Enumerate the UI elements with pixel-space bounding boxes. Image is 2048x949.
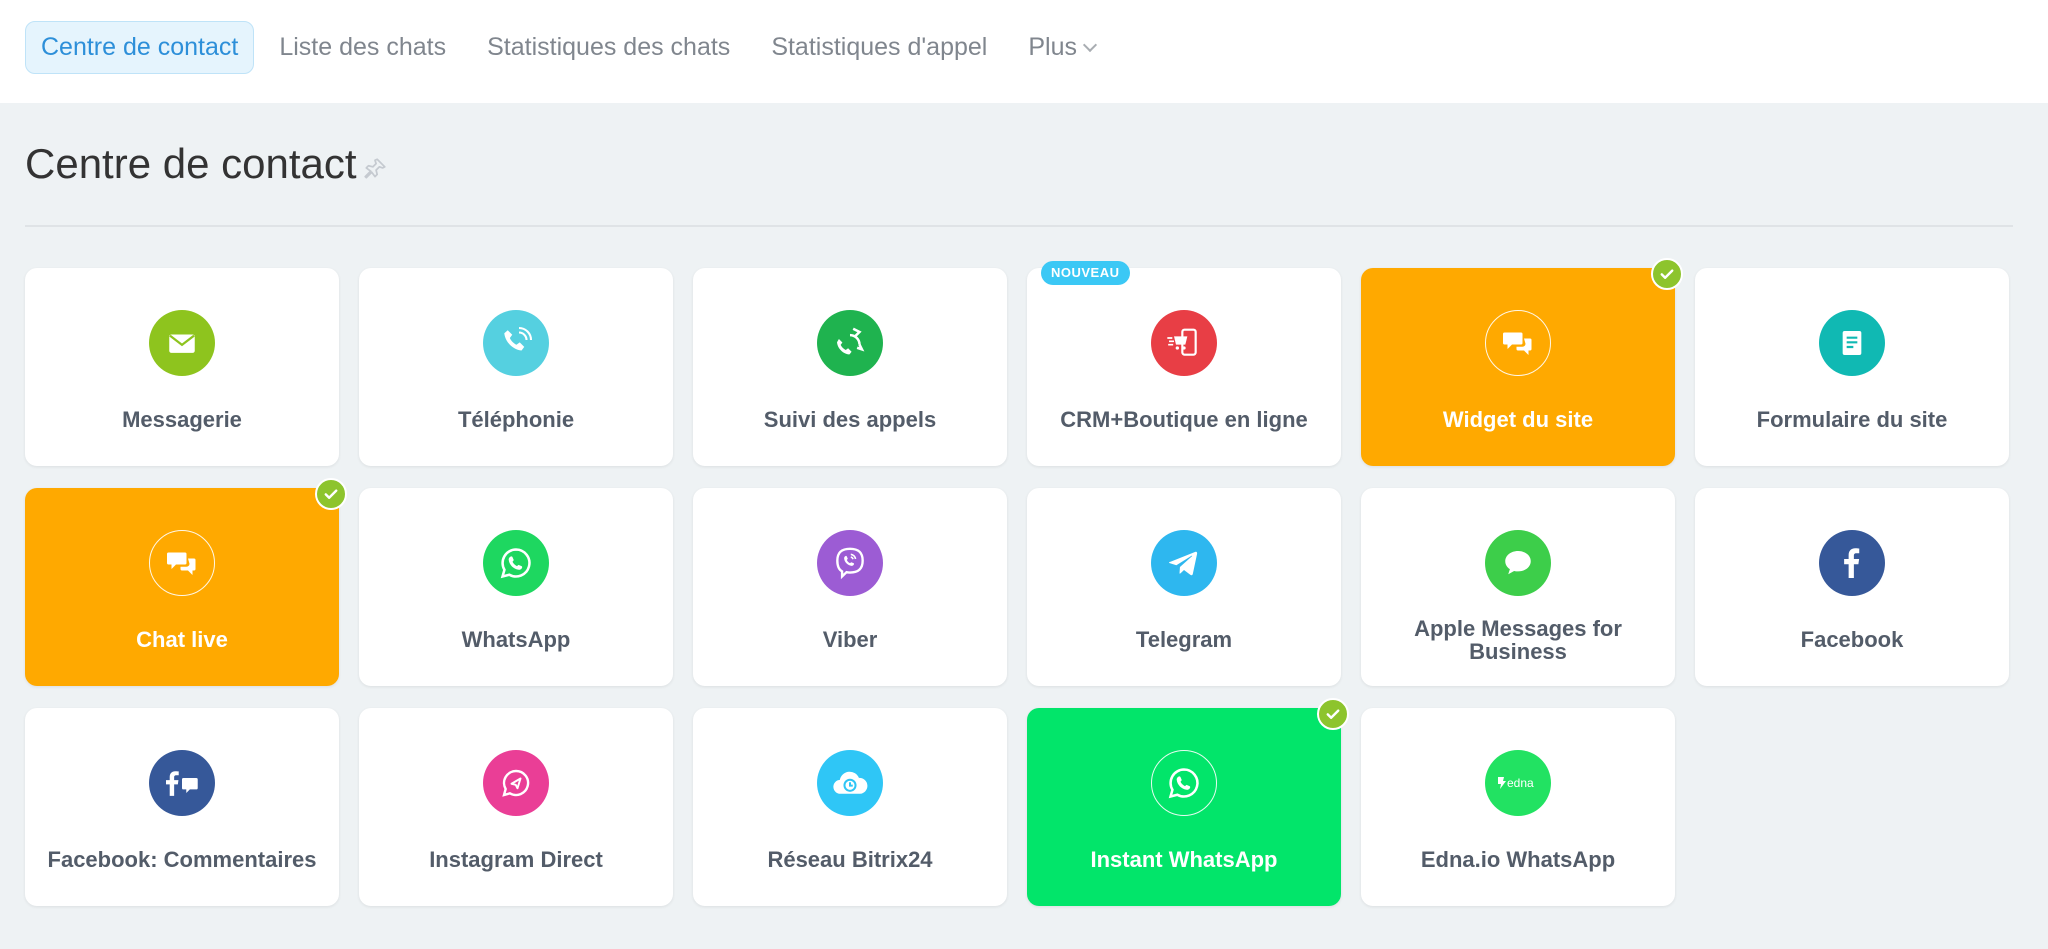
pin-icon[interactable]: [362, 156, 388, 182]
tile-label: Telegram: [1135, 627, 1233, 652]
tile-label: Formulaire du site: [1756, 407, 1948, 432]
tab-more[interactable]: Plus: [1012, 21, 1111, 74]
tile-bitrix-network[interactable]: Réseau Bitrix24: [693, 708, 1007, 906]
tile-facebook-comments[interactable]: Facebook: Commentaires: [25, 708, 339, 906]
tile-site-form[interactable]: Formulaire du site: [1695, 268, 2009, 466]
tile-facebook[interactable]: Facebook: [1695, 488, 2009, 686]
svg-text:edna: edna: [1507, 776, 1534, 790]
tile-instagram-direct[interactable]: Instagram Direct: [359, 708, 673, 906]
tile-messagerie[interactable]: Messagerie: [25, 268, 339, 466]
tile-label: Instagram Direct: [429, 847, 603, 872]
shop-cart-icon: [1151, 310, 1217, 376]
tab-chat-list[interactable]: Liste des chats: [263, 21, 462, 74]
check-icon: [315, 478, 347, 510]
check-icon: [1651, 258, 1683, 290]
page-title: Centre de contact: [25, 140, 357, 187]
tile-label: Téléphonie: [457, 407, 575, 432]
tile-telegram[interactable]: Telegram: [1027, 488, 1341, 686]
tile-call-tracking[interactable]: Suivi des appels: [693, 268, 1007, 466]
bitrix-cloud-icon: [817, 750, 883, 816]
telegram-icon: [1151, 530, 1217, 596]
facebook-comments-icon: [149, 750, 215, 816]
tab-contact-center[interactable]: Centre de contact: [25, 21, 255, 74]
tile-telephonie[interactable]: Téléphonie: [359, 268, 673, 466]
tile-label: Réseau Bitrix24: [767, 847, 933, 872]
tile-instant-whatsapp[interactable]: Instant WhatsApp: [1027, 698, 1349, 906]
tile-label: Edna.io WhatsApp: [1420, 847, 1616, 872]
tab-list: Centre de contact Liste des chats Statis…: [25, 21, 1120, 74]
chevron-down-icon: [1082, 37, 1098, 53]
title-divider: [25, 225, 2013, 227]
phone-icon: [483, 310, 549, 376]
apple-messages-icon: [1485, 530, 1551, 596]
tile-edna-whatsapp[interactable]: edna Edna.io WhatsApp: [1361, 708, 1675, 906]
tab-more-label: Plus: [1028, 33, 1077, 61]
viber-icon: [817, 530, 883, 596]
edna-icon: edna: [1485, 750, 1551, 816]
facebook-icon: [1819, 530, 1885, 596]
tile-site-widget[interactable]: Widget du site: [1361, 258, 1683, 466]
tile-whatsapp[interactable]: WhatsApp: [359, 488, 673, 686]
whatsapp-icon: [483, 530, 549, 596]
chat-bubbles-icon: [1485, 310, 1551, 376]
new-badge: NOUVEAU: [1041, 261, 1130, 285]
tab-call-statistics[interactable]: Statistiques d'appel: [755, 21, 1003, 74]
form-icon: [1819, 310, 1885, 376]
tile-label: Widget du site: [1442, 407, 1594, 432]
tile-crm-shop[interactable]: NOUVEAU CRM+Boutique en ligne: [1027, 261, 1341, 466]
tile-label: Chat live: [136, 627, 228, 652]
tile-label: Facebook: [1800, 627, 1904, 652]
tile-viber[interactable]: Viber: [693, 488, 1007, 686]
check-icon: [1317, 698, 1349, 730]
tile-live-chat[interactable]: Chat live: [25, 478, 347, 686]
instagram-direct-icon: [483, 750, 549, 816]
call-tracking-icon: [817, 310, 883, 376]
tile-label: Apple Messages for Business: [1414, 616, 1622, 664]
tile-label: WhatsApp: [461, 627, 571, 652]
envelope-icon: [149, 310, 215, 376]
tile-apple-messages[interactable]: Apple Messages for Business: [1361, 488, 1675, 686]
tile-label: Facebook: Commentaires: [47, 847, 317, 872]
tile-label: Viber: [822, 627, 878, 652]
whatsapp-icon: [1151, 750, 1217, 816]
top-navigation-bar: Centre de contact Liste des chats Statis…: [0, 0, 2048, 103]
tab-chat-statistics[interactable]: Statistiques des chats: [471, 21, 746, 74]
chat-bubbles-icon: [149, 530, 215, 596]
tile-label: Messagerie: [122, 407, 242, 432]
tile-label: CRM+Boutique en ligne: [1060, 407, 1308, 432]
tile-label: Suivi des appels: [763, 407, 937, 432]
tile-label: Instant WhatsApp: [1090, 847, 1278, 872]
